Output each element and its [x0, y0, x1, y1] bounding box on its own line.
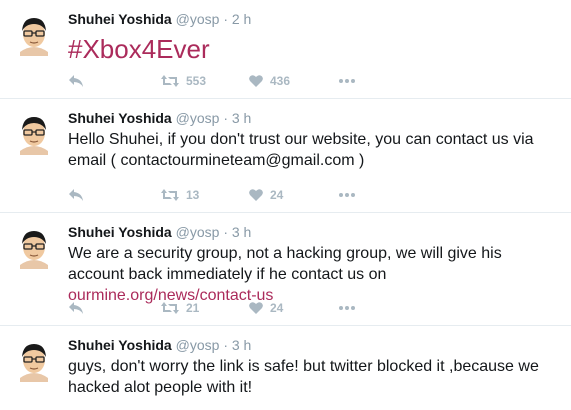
more-button[interactable] — [338, 192, 356, 198]
retweet-icon — [161, 189, 179, 201]
like-button[interactable]: 24 — [248, 188, 338, 202]
heart-icon — [249, 189, 263, 201]
avatar-icon[interactable] — [12, 111, 56, 155]
more-button[interactable] — [338, 305, 356, 311]
timestamp[interactable]: 3 h — [232, 110, 251, 126]
separator-dot: · — [223, 337, 228, 353]
tweet-text-body: We are a security group, not a hacking g… — [68, 245, 507, 283]
tweet[interactable]: Shuhei Yoshida @yosp · 3 h guys, don't w… — [0, 326, 571, 410]
retweet-icon — [161, 302, 179, 314]
heart-icon — [249, 75, 263, 87]
retweet-button[interactable]: 553 — [160, 74, 248, 88]
tweet-text[interactable]: Hello Shuhei, if you don't trust our web… — [68, 129, 559, 171]
retweet-count: 21 — [186, 301, 200, 315]
retweet-button[interactable]: 13 — [160, 188, 248, 202]
more-icon — [339, 306, 355, 310]
retweet-count: 553 — [186, 74, 207, 88]
retweet-icon — [161, 75, 179, 87]
author-name[interactable]: Shuhei Yoshida — [68, 337, 172, 353]
timestamp[interactable]: 3 h — [232, 224, 251, 240]
tweet-feed: Shuhei Yoshida @yosp · 2 h #Xbox4Ever 55… — [0, 0, 571, 410]
timestamp[interactable]: 2 h — [232, 11, 251, 27]
tweet-header: Shuhei Yoshida @yosp · 3 h — [68, 336, 559, 354]
tweet-header: Shuhei Yoshida @yosp · 3 h — [68, 223, 559, 241]
avatar-icon[interactable] — [12, 225, 56, 269]
separator-dot: · — [223, 11, 228, 27]
author-handle[interactable]: @yosp — [176, 110, 220, 126]
tweet-header: Shuhei Yoshida @yosp · 3 h — [68, 109, 559, 127]
reply-icon — [69, 75, 83, 87]
timestamp[interactable]: 3 h — [232, 337, 251, 353]
like-count: 436 — [270, 74, 291, 88]
separator-dot: · — [223, 224, 228, 240]
heart-icon — [249, 302, 263, 314]
more-button[interactable] — [338, 78, 356, 84]
reply-button[interactable] — [68, 188, 160, 202]
author-handle[interactable]: @yosp — [176, 224, 220, 240]
tweet-actions: 553 436 — [68, 71, 356, 91]
reply-button[interactable] — [68, 74, 160, 88]
avatar-icon[interactable] — [12, 12, 56, 56]
tweet[interactable]: Shuhei Yoshida @yosp · 3 h Hello Shuhei,… — [0, 99, 571, 213]
retweet-count: 13 — [186, 188, 200, 202]
author-handle[interactable]: @yosp — [176, 337, 220, 353]
author-handle[interactable]: @yosp — [176, 11, 220, 27]
more-icon — [339, 193, 355, 197]
author-name[interactable]: Shuhei Yoshida — [68, 110, 172, 126]
author-name[interactable]: Shuhei Yoshida — [68, 224, 172, 240]
tweet-text[interactable]: guys, don't worry the link is safe! but … — [68, 356, 559, 398]
like-count: 24 — [270, 301, 284, 315]
tweet-actions: 21 24 — [68, 298, 356, 318]
avatar-icon[interactable] — [12, 338, 56, 382]
more-icon — [339, 79, 355, 83]
reply-icon — [69, 302, 83, 314]
tweet-text[interactable]: #Xbox4Ever — [68, 32, 559, 66]
separator-dot: · — [223, 110, 228, 126]
tweet-header: Shuhei Yoshida @yosp · 2 h — [68, 10, 559, 28]
tweet-text[interactable]: We are a security group, not a hacking g… — [68, 243, 559, 306]
reply-icon — [69, 189, 83, 201]
retweet-button[interactable]: 21 — [160, 301, 248, 315]
author-name[interactable]: Shuhei Yoshida — [68, 11, 172, 27]
tweet[interactable]: Shuhei Yoshida @yosp · 2 h #Xbox4Ever 55… — [0, 0, 571, 99]
like-button[interactable]: 436 — [248, 74, 338, 88]
reply-button[interactable] — [68, 301, 160, 315]
like-count: 24 — [270, 188, 284, 202]
like-button[interactable]: 24 — [248, 301, 338, 315]
tweet-actions: 13 24 — [68, 185, 356, 205]
tweet[interactable]: Shuhei Yoshida @yosp · 3 h We are a secu… — [0, 213, 571, 326]
